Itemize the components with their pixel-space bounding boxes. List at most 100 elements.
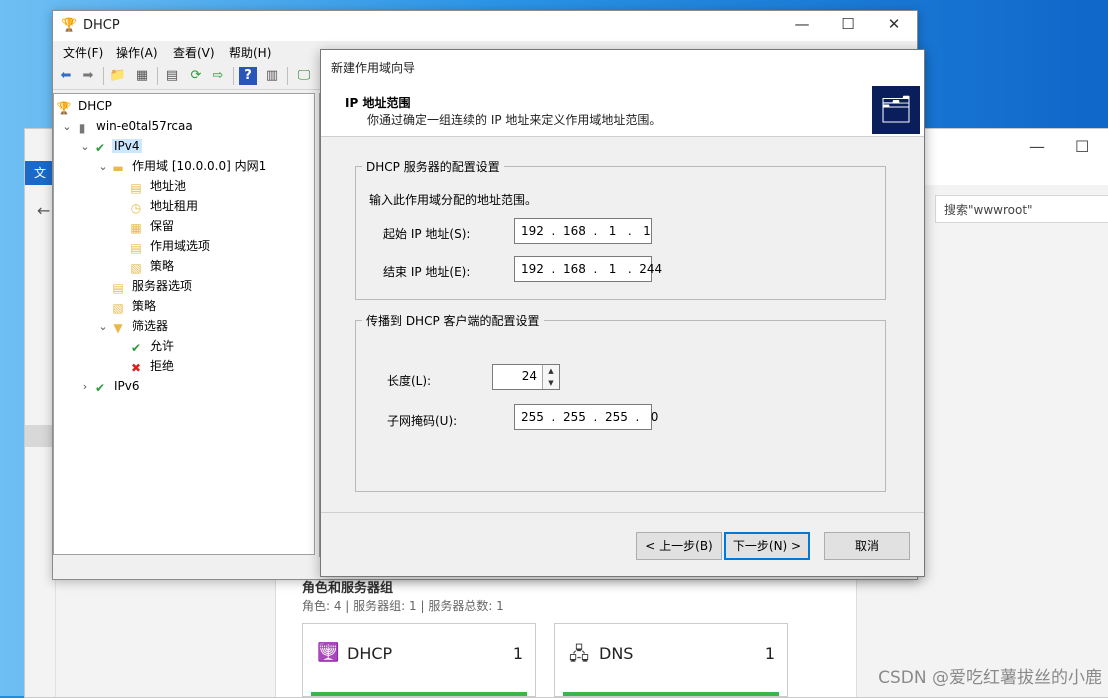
next-button[interactable]: 下一步(N) > bbox=[724, 532, 810, 560]
ipv4-check-icon: ✔ bbox=[94, 141, 106, 155]
deny-icon: ✖ bbox=[130, 361, 142, 375]
group-legend: 传播到 DHCP 客户端的配置设置 bbox=[366, 314, 540, 328]
up-folder-icon[interactable]: 📁 bbox=[109, 67, 127, 85]
length-label: 长度(L): bbox=[387, 374, 432, 388]
tree-node-server-options[interactable]: ▤ 服务器选项 bbox=[110, 276, 194, 296]
tree-label: 作用域选项 bbox=[150, 239, 211, 253]
wizard-titlebar: 新建作用域向导 bbox=[321, 50, 924, 82]
tree-node-scope-policies[interactable]: ▧ 策略 bbox=[128, 256, 176, 276]
minimize-icon[interactable]: — bbox=[1029, 137, 1045, 156]
back-arrow-icon[interactable]: ← bbox=[37, 201, 50, 220]
action-pane-icon[interactable]: ▥ bbox=[263, 67, 281, 85]
address-pool-icon: ▤ bbox=[130, 181, 142, 195]
page-title: IP 地址范围 bbox=[345, 96, 411, 110]
menu-file[interactable]: 文件(F) bbox=[63, 44, 103, 61]
subnet-mask-label: 子网掩码(U): bbox=[387, 414, 458, 428]
menu-action[interactable]: 操作(A) bbox=[116, 44, 158, 61]
watermark: CSDN @爱吃红薯拔丝的小鹿 bbox=[878, 668, 1102, 688]
tile-name: DNS bbox=[599, 644, 634, 663]
tree-node-server[interactable]: ⌄ ▮ win-e0tal57rcaa bbox=[60, 116, 195, 136]
tree-node-policies[interactable]: ▧ 策略 bbox=[110, 296, 158, 316]
tile-count: 1 bbox=[764, 644, 775, 663]
scope-options-icon: ▤ bbox=[130, 241, 142, 255]
new-scope-wizard: 新建作用域向导 IP 地址范围 你通过确定一组连续的 IP 地址来定义作用域地址… bbox=[320, 49, 925, 577]
help-icon[interactable]: ? bbox=[239, 67, 257, 85]
toolbar-separator bbox=[103, 67, 104, 85]
tree-node-reservations[interactable]: ▦ 保留 bbox=[128, 216, 176, 236]
export-list-icon[interactable]: ⇨ bbox=[209, 67, 227, 85]
role-tile-dns[interactable]: 🖧 DNS 1 bbox=[554, 623, 788, 697]
dns-role-icon: 🖧 bbox=[569, 644, 590, 665]
range-instruction: 输入此作用域分配的地址范围。 bbox=[369, 193, 538, 207]
tree-node-scope[interactable]: ⌄ ▬ 作用域 [10.0.0.0] 内网1 bbox=[96, 156, 268, 176]
menu-help[interactable]: 帮助(H) bbox=[229, 44, 271, 61]
chevron-down-icon[interactable]: ⌄ bbox=[60, 117, 74, 137]
reservations-icon: ▦ bbox=[130, 221, 142, 235]
page-description: 你通过确定一组连续的 IP 地址来定义作用域地址范围。 bbox=[367, 113, 662, 127]
status-bar bbox=[563, 692, 779, 696]
chevron-down-icon[interactable]: ⌄ bbox=[96, 157, 110, 177]
tree-label: DHCP bbox=[78, 99, 112, 113]
tree-node-ipv4[interactable]: ⌄ ✔ IPv4 bbox=[78, 136, 142, 156]
tree-label: IPv4 bbox=[112, 139, 142, 153]
filter-icon: ▼ bbox=[113, 321, 123, 335]
tree-label: win-e0tal57rcaa bbox=[96, 119, 193, 133]
spin-up-icon[interactable]: ▲ bbox=[543, 365, 559, 377]
maximize-icon[interactable]: ☐ bbox=[1075, 137, 1089, 156]
minimize-icon[interactable]: — bbox=[787, 15, 817, 33]
end-ip-label: 结束 IP 地址(E): bbox=[383, 265, 471, 279]
dhcp-root-icon: 🏆 bbox=[56, 101, 72, 115]
refresh-icon[interactable]: ⟳ bbox=[187, 67, 205, 85]
console-tree: 🏆 DHCP ⌄ ▮ win-e0tal57rcaa ⌄ ✔ IPv4 ⌄ ▬ 作用域 [10… bbox=[53, 93, 315, 555]
back-button[interactable]: < 上一步(B) bbox=[636, 532, 722, 560]
wizard-folders-icon: 🗂 bbox=[872, 86, 920, 134]
maximize-icon[interactable]: ☐ bbox=[833, 15, 863, 33]
tree-label: 地址池 bbox=[150, 179, 187, 193]
properties-icon[interactable]: ▤ bbox=[163, 67, 181, 85]
length-stepper[interactable]: 24 ▲ ▼ bbox=[492, 364, 560, 390]
tree-label: 作用域 [10.0.0.0] 内网1 bbox=[132, 159, 267, 173]
ipv6-check-icon: ✔ bbox=[94, 381, 106, 395]
start-ip-field[interactable]: 192 . 168 . 1 . 1 bbox=[514, 218, 652, 244]
tree-label: 地址租用 bbox=[150, 199, 199, 213]
forward-arrow-icon[interactable]: ➡ bbox=[79, 67, 97, 85]
file-tab[interactable]: 文 bbox=[25, 161, 55, 185]
dhcp-role-icon: 🕎 bbox=[317, 642, 340, 663]
search-input[interactable]: 搜索"wwwroot" bbox=[935, 195, 1108, 223]
tree-label: IPv6 bbox=[114, 379, 140, 393]
menu-view[interactable]: 查看(V) bbox=[173, 44, 215, 61]
selected-nav-item[interactable] bbox=[25, 425, 55, 447]
tree-label: 允许 bbox=[150, 339, 175, 353]
dhcp-titlebar: 🏆 DHCP — ☐ ✕ bbox=[53, 11, 917, 41]
role-tile-dhcp[interactable]: 🕎 DHCP 1 bbox=[302, 623, 536, 697]
chevron-down-icon[interactable]: ⌄ bbox=[78, 137, 92, 157]
show-hide-tree-icon[interactable]: ▦ bbox=[133, 67, 151, 85]
tree-label: 策略 bbox=[132, 299, 157, 313]
tree-node-allow[interactable]: ✔ 允许 bbox=[128, 336, 176, 356]
client-config-group: 传播到 DHCP 客户端的配置设置 bbox=[355, 312, 886, 492]
toolbar-separator bbox=[233, 67, 234, 85]
tree-node-filters[interactable]: ⌄ ▼ 筛选器 bbox=[96, 316, 170, 336]
tree-node-ipv6[interactable]: › ✔ IPv6 bbox=[78, 376, 142, 396]
end-ip-field[interactable]: 192 . 168 . 1 . 244 bbox=[514, 256, 662, 282]
dhcp-app-icon: 🏆 bbox=[61, 18, 78, 33]
tree-node-dhcp[interactable]: 🏆 DHCP bbox=[56, 96, 114, 116]
tree-label: 保留 bbox=[150, 219, 175, 233]
chevron-down-icon[interactable]: ⌄ bbox=[96, 317, 110, 337]
tree-node-address-leases[interactable]: ◷ 地址租用 bbox=[128, 196, 200, 216]
close-icon[interactable]: ✕ bbox=[879, 15, 909, 33]
group-legend: DHCP 服务器的配置设置 bbox=[366, 160, 500, 174]
chevron-right-icon[interactable]: › bbox=[78, 377, 92, 397]
back-arrow-icon[interactable]: ⬅ bbox=[57, 67, 75, 85]
server-icon[interactable]: 🖵 bbox=[295, 67, 313, 85]
footer-divider bbox=[321, 512, 924, 513]
tree-node-scope-options[interactable]: ▤ 作用域选项 bbox=[128, 236, 212, 256]
tree-node-address-pool[interactable]: ▤ 地址池 bbox=[128, 176, 188, 196]
spin-down-icon[interactable]: ▼ bbox=[543, 377, 559, 389]
spin-arrows: ▲ ▼ bbox=[542, 365, 559, 389]
cancel-button[interactable]: 取消 bbox=[824, 532, 910, 560]
tree-node-deny[interactable]: ✖ 拒绝 bbox=[128, 356, 176, 376]
tile-name: DHCP bbox=[347, 644, 393, 663]
subnet-mask-field[interactable]: 255 . 255 . 255 . 0 bbox=[514, 404, 658, 430]
folder-icon: ▬ bbox=[112, 161, 124, 175]
